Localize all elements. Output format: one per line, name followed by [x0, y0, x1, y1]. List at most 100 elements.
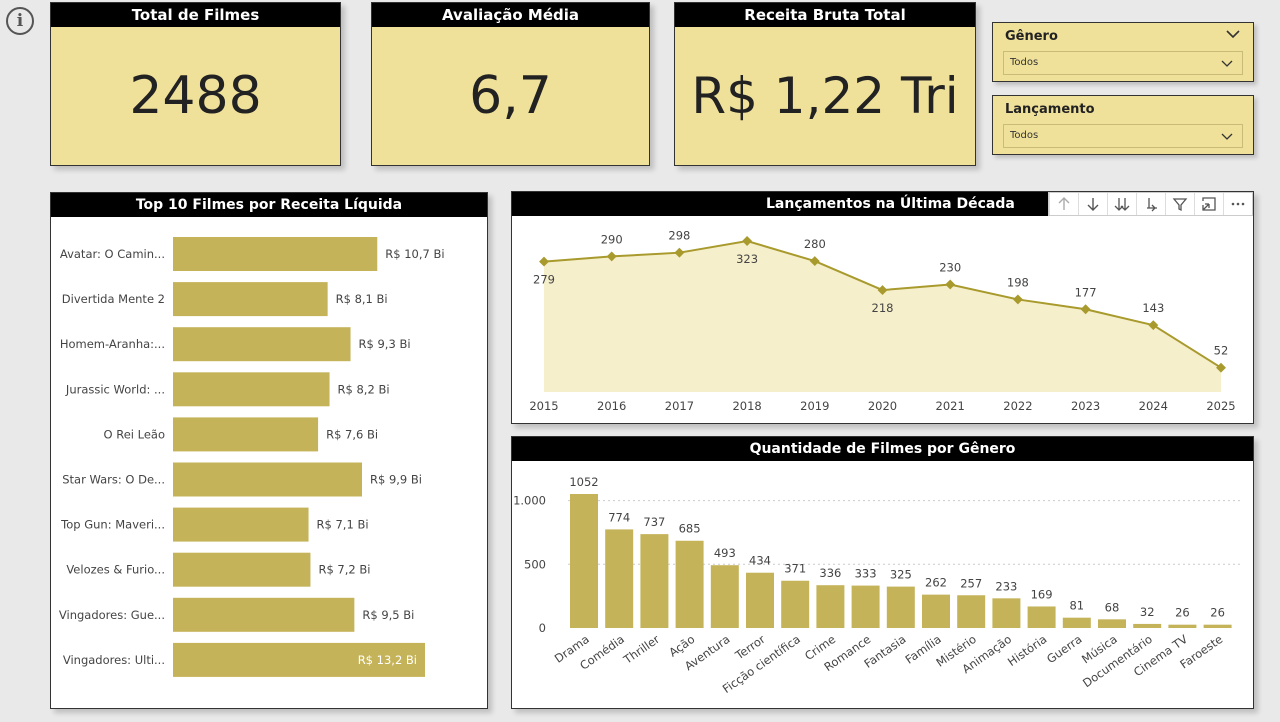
- x-tick-label: 2021: [936, 399, 965, 413]
- data-label: R$ 7,2 Bi: [318, 563, 370, 577]
- chart-title-text: Lançamentos na Última Década: [766, 196, 1015, 212]
- chart-title: Top 10 Filmes por Receita Líquida: [51, 193, 487, 217]
- slicer-dropdown[interactable]: Todos: [1003, 51, 1243, 75]
- data-label: 737: [643, 515, 665, 529]
- expand-next-level-icon[interactable]: [1136, 193, 1165, 215]
- slicer-title: Lançamento: [1005, 102, 1095, 117]
- category-label: Homem-Aranha:...: [60, 337, 165, 351]
- x-tick-label: 2024: [1139, 399, 1168, 413]
- data-label: 198: [1007, 275, 1029, 289]
- slicer-title: Gênero: [1005, 29, 1058, 44]
- data-label: 290: [601, 232, 623, 246]
- x-tick-label: 2020: [868, 399, 897, 413]
- data-label: 262: [925, 576, 947, 590]
- data-label: R$ 9,5 Bi: [362, 608, 414, 622]
- kpi-value: 2488: [129, 66, 262, 126]
- chevron-down-icon: [1221, 133, 1233, 140]
- data-label: 279: [533, 273, 555, 287]
- kpi-card-total-filmes: Total de Filmes 2488: [50, 2, 341, 166]
- bar: [640, 534, 669, 628]
- bar: [1133, 623, 1162, 628]
- drill-down-icon[interactable]: [1078, 193, 1107, 215]
- x-tick-label: 2016: [597, 399, 626, 413]
- data-label: 52: [1214, 344, 1229, 358]
- data-label: 26: [1210, 606, 1225, 620]
- chevron-down-icon[interactable]: [1225, 28, 1241, 40]
- data-label: R$ 8,1 Bi: [336, 292, 388, 306]
- releases-area-chart: 279 2015 290 2016 298 2017 323 2018 280 2019 218 20…: [529, 229, 1235, 413]
- bar: [1098, 619, 1126, 628]
- slicer-lancamento[interactable]: Lançamento Todos: [992, 95, 1254, 155]
- data-label: 336: [819, 566, 841, 580]
- data-label: 143: [1142, 301, 1164, 315]
- bar: [1203, 624, 1232, 628]
- data-label: 26: [1175, 606, 1190, 620]
- data-label: 685: [679, 522, 701, 536]
- bar: [173, 327, 351, 362]
- x-tick-label: 2022: [1003, 399, 1032, 413]
- data-label: 1052: [569, 475, 598, 489]
- data-label: 774: [608, 510, 630, 524]
- bar: [605, 529, 634, 628]
- bar: [816, 585, 845, 628]
- chart-title: Quantidade de Filmes por Gênero: [512, 437, 1253, 461]
- category-label: Star Wars: O De...: [62, 473, 165, 487]
- category-label: Velozes & Furio...: [66, 563, 165, 577]
- focus-mode-icon[interactable]: [1194, 193, 1223, 215]
- category-label: Jurassic World: ...: [65, 382, 165, 396]
- bar: [675, 540, 704, 628]
- kpi-card-receita-bruta: Receita Bruta Total R$ 1,22 Tri: [674, 2, 976, 166]
- drill-up-icon[interactable]: [1049, 193, 1078, 215]
- visual-toolbar: [1048, 192, 1253, 216]
- expand-all-down-icon[interactable]: [1107, 193, 1136, 215]
- bar: [173, 417, 319, 452]
- bar: [173, 552, 311, 587]
- data-label: R$ 13,2 Bi: [358, 653, 417, 667]
- filter-icon[interactable]: [1165, 193, 1194, 215]
- bar: [173, 597, 355, 632]
- releases-chart-panel: Lançamentos na Última Década 279 2015 290 2…: [511, 191, 1254, 424]
- kpi-value: R$ 1,22 Tri: [691, 67, 959, 125]
- info-icon[interactable]: i: [6, 7, 34, 35]
- x-tick-label: 2018: [732, 399, 761, 413]
- bar: [886, 586, 915, 628]
- data-label: 169: [1031, 587, 1053, 601]
- bar: [851, 585, 880, 628]
- data-label: R$ 9,3 Bi: [359, 337, 411, 351]
- slicer-dropdown[interactable]: Todos: [1003, 124, 1243, 148]
- data-label: 325: [890, 568, 912, 582]
- x-tick-label: 2015: [529, 399, 558, 413]
- data-label: 371: [784, 562, 806, 576]
- bar: [173, 372, 330, 407]
- genre-bar-chart: 05001.0001052Drama774Comédia737Thriller6…: [513, 475, 1242, 696]
- data-label: 298: [668, 229, 690, 243]
- bar: [173, 237, 378, 271]
- top10-bar-chart: Avatar: O Camin... R$ 10,7 Bi Divertida Me…: [59, 237, 445, 677]
- bar: [173, 462, 362, 497]
- data-label: 68: [1105, 600, 1120, 614]
- data-label: R$ 7,6 Bi: [326, 427, 378, 441]
- data-label: 323: [736, 252, 758, 266]
- data-label: R$ 10,7 Bi: [385, 247, 444, 261]
- bar: [922, 594, 950, 628]
- more-options-icon[interactable]: [1223, 193, 1252, 215]
- category-label: Vingadores: Gue...: [59, 608, 165, 622]
- slicer-genero[interactable]: Gênero Todos: [992, 22, 1254, 82]
- bar: [710, 565, 739, 628]
- kpi-card-avaliacao-media: Avaliação Média 6,7: [371, 2, 650, 166]
- x-tick-label: 2019: [800, 399, 829, 413]
- slicer-selected: Todos: [1010, 130, 1039, 141]
- data-label: 233: [995, 579, 1017, 593]
- bar: [1027, 606, 1056, 628]
- data-label: 218: [872, 301, 894, 315]
- kpi-title: Total de Filmes: [51, 3, 340, 27]
- bar: [957, 595, 986, 628]
- data-label: 434: [749, 554, 771, 568]
- data-label: R$ 7,1 Bi: [317, 518, 369, 532]
- data-label: R$ 9,9 Bi: [370, 473, 422, 487]
- chevron-down-icon: [1221, 60, 1233, 67]
- bar: [781, 580, 810, 628]
- category-label: Vingadores: Ulti...: [63, 653, 165, 667]
- bar: [1062, 617, 1091, 628]
- data-label: 280: [804, 237, 826, 251]
